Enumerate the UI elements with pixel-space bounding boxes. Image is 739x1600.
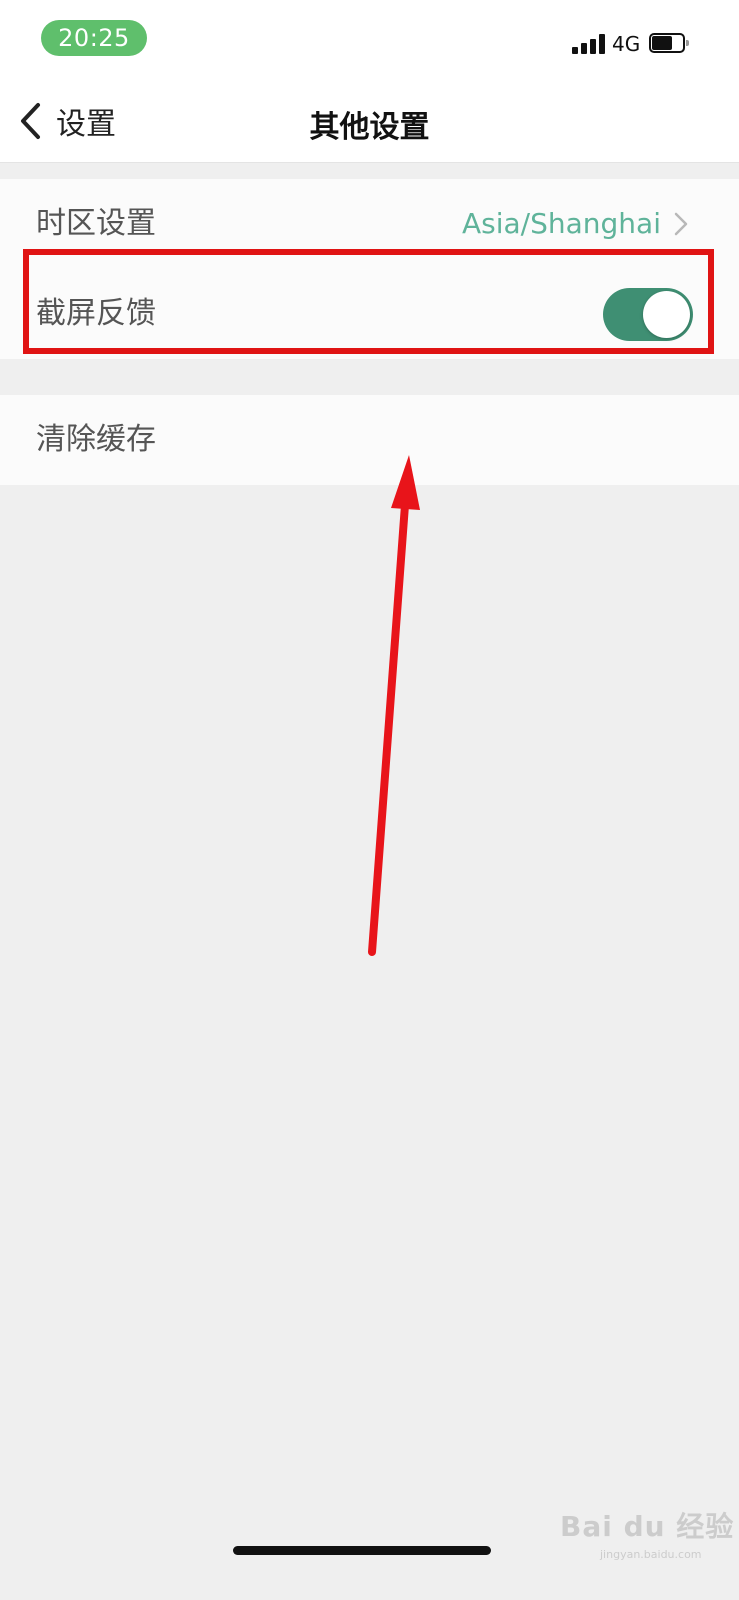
clear-cache-label: 清除缓存 [36, 422, 156, 457]
chevron-right-icon [674, 212, 688, 236]
signal-icon [572, 34, 606, 54]
nav-bar: 设置 其他设置 [0, 80, 739, 163]
watermark-url: jingyan.baidu.com [600, 1548, 702, 1561]
settings-group-2: 清除缓存 [0, 395, 739, 485]
status-time: 20:25 [41, 20, 147, 56]
clear-cache-row[interactable]: 清除缓存 [0, 395, 739, 485]
battery-icon [649, 33, 689, 53]
network-type: 4G [612, 32, 641, 56]
home-indicator[interactable] [233, 1546, 491, 1555]
watermark-logo: Bai du 经验 [560, 1510, 735, 1543]
page-title: 其他设置 [309, 110, 430, 145]
annotation-highlight-box [23, 249, 714, 354]
status-bar: 20:25 4G [0, 0, 739, 80]
